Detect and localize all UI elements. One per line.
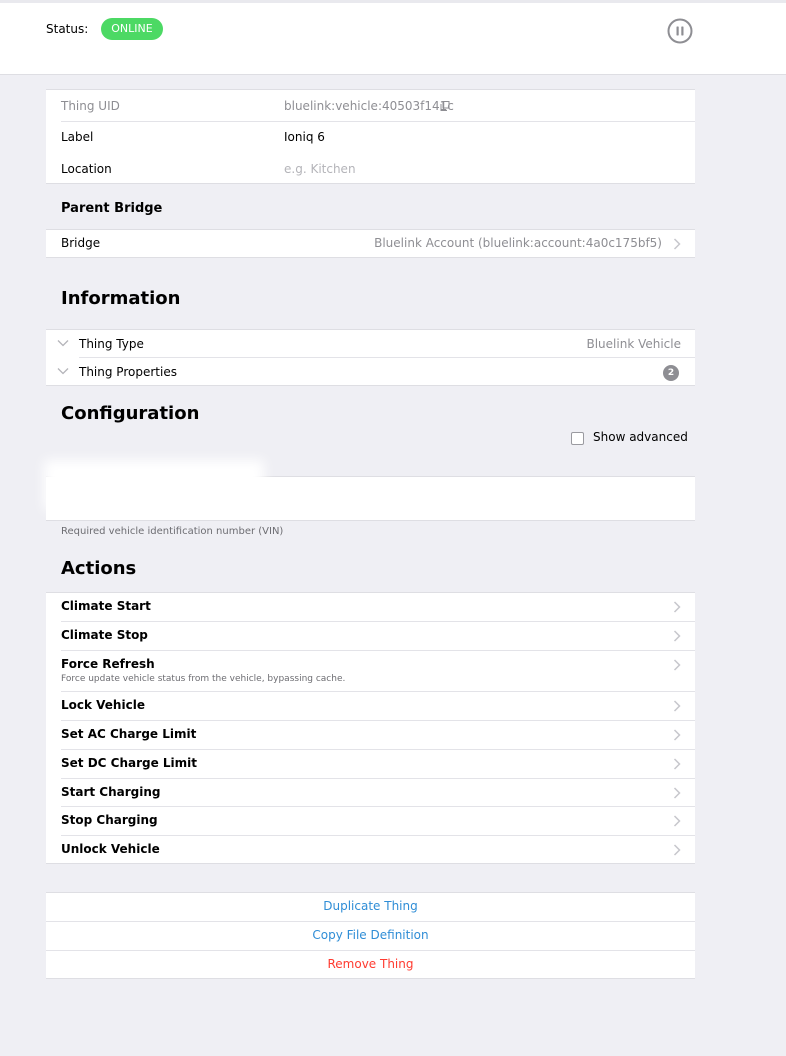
duplicate-thing-button[interactable]: Duplicate Thing: [46, 893, 695, 921]
copy-file-definition-label: Copy File Definition: [312, 928, 429, 942]
action-title: Climate Start: [61, 599, 151, 613]
action-set-ac-charge-limit[interactable]: Set AC Charge Limit: [46, 721, 695, 749]
actions-heading: Actions: [61, 558, 137, 579]
actions-card: Climate Start Climate Stop Force Refresh…: [46, 592, 695, 864]
bridge-value: Bluelink Account (bluelink:account:4a0c1…: [374, 236, 662, 250]
status-bar: Status: ONLINE: [0, 0, 786, 75]
chevron-right-icon: [673, 601, 681, 613]
action-title: Lock Vehicle: [61, 698, 145, 712]
action-description: Force update vehicle status from the veh…: [61, 674, 346, 684]
action-set-dc-charge-limit[interactable]: Set DC Charge Limit: [46, 750, 695, 778]
chevron-right-icon: [673, 238, 681, 250]
action-stop-charging[interactable]: Stop Charging: [46, 807, 695, 835]
duplicate-thing-label: Duplicate Thing: [323, 899, 418, 913]
chevron-right-icon: [673, 787, 681, 799]
label-field-value[interactable]: Ioniq 6: [284, 130, 325, 144]
action-title: Start Charging: [61, 785, 161, 799]
thing-uid-value: bluelink:vehicle:40503f141c: [284, 99, 454, 113]
chevron-right-icon: [673, 815, 681, 827]
pause-circle-icon[interactable]: [667, 18, 693, 44]
location-input[interactable]: e.g. Kitchen: [284, 162, 356, 176]
chevron-down-icon: [57, 368, 69, 375]
remove-thing-button[interactable]: Remove Thing: [46, 951, 695, 979]
properties-count-badge: 2: [663, 365, 679, 381]
action-title: Unlock Vehicle: [61, 842, 160, 856]
action-unlock-vehicle[interactable]: Unlock Vehicle: [46, 836, 695, 864]
show-advanced-label[interactable]: Show advanced: [593, 430, 688, 444]
chevron-right-icon: [673, 729, 681, 741]
action-title: Set DC Charge Limit: [61, 756, 198, 770]
parent-bridge-heading: Parent Bridge: [61, 201, 163, 216]
copy-icon[interactable]: [440, 101, 450, 111]
label-field-label: Label: [61, 130, 94, 144]
chevron-right-icon: [673, 630, 681, 642]
chevron-right-icon: [673, 758, 681, 770]
chevron-right-icon: [673, 659, 681, 671]
configuration-hint: Required vehicle identification number (…: [61, 526, 284, 537]
action-title: Set AC Charge Limit: [61, 727, 197, 741]
chevron-down-icon: [57, 340, 69, 347]
configuration-heading: Configuration: [61, 403, 200, 424]
blurred-field-label: [44, 460, 264, 510]
chevron-right-icon: [673, 844, 681, 856]
information-card: Thing Type Bluelink Vehicle Thing Proper…: [46, 329, 695, 386]
bridge-card: Bridge Bluelink Account (bluelink:accoun…: [46, 229, 695, 258]
chevron-right-icon: [673, 700, 681, 712]
action-force-refresh[interactable]: Force Refresh Force update vehicle statu…: [46, 651, 695, 691]
location-field-label: Location: [61, 162, 112, 176]
remove-thing-label: Remove Thing: [327, 957, 414, 971]
action-climate-start[interactable]: Climate Start: [46, 593, 695, 621]
thing-type-value: Bluelink Vehicle: [586, 337, 681, 351]
copy-file-definition-button[interactable]: Copy File Definition: [46, 922, 695, 950]
action-title: Climate Stop: [61, 628, 148, 642]
thing-uid-label: Thing UID: [61, 99, 120, 113]
thing-details-card: Thing UID bluelink:vehicle:40503f141c La…: [46, 89, 695, 184]
thing-properties-label: Thing Properties: [79, 365, 177, 379]
status-badge: ONLINE: [101, 18, 163, 40]
action-start-charging[interactable]: Start Charging: [46, 779, 695, 807]
bridge-label: Bridge: [61, 236, 101, 250]
information-heading: Information: [61, 288, 181, 309]
action-title: Stop Charging: [61, 813, 158, 827]
action-lock-vehicle[interactable]: Lock Vehicle: [46, 692, 695, 720]
status-label: Status:: [46, 22, 89, 36]
show-advanced-checkbox[interactable]: [571, 432, 584, 445]
thing-type-label: Thing Type: [79, 337, 144, 351]
thing-actions-card: Duplicate Thing Copy File Definition Rem…: [46, 892, 695, 979]
action-title: Force Refresh: [61, 657, 155, 671]
action-climate-stop[interactable]: Climate Stop: [46, 622, 695, 650]
